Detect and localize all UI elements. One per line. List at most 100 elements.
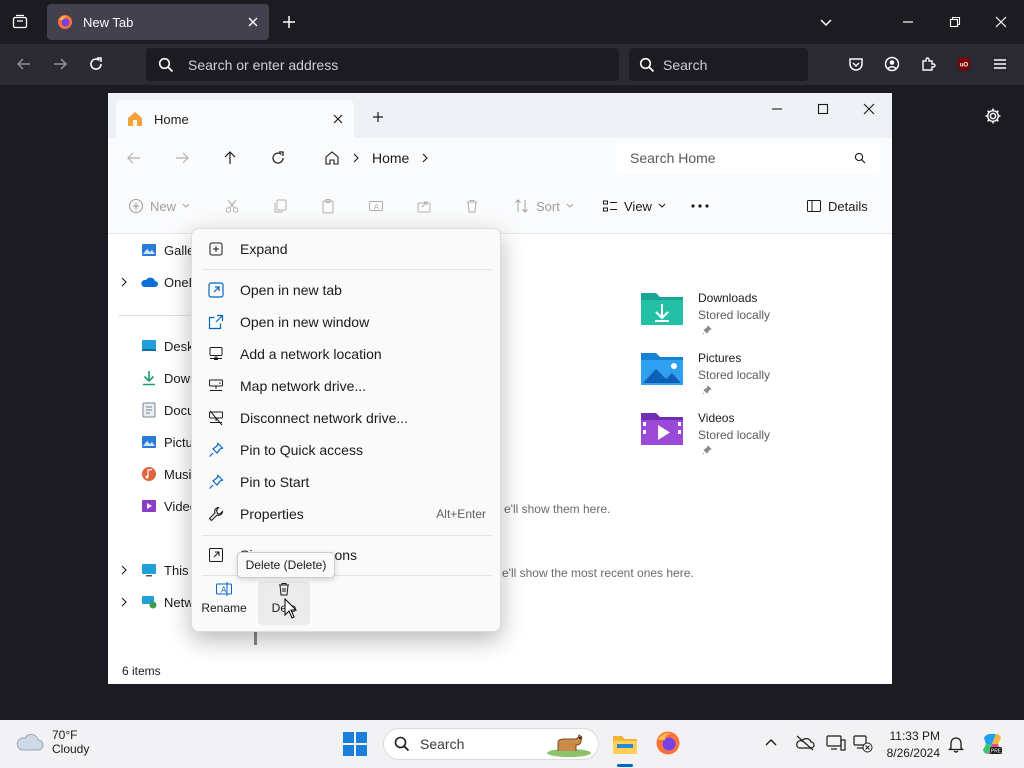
svg-text:A: A: [374, 204, 379, 211]
quick-access-pictures[interactable]: Pictures Stored locally: [640, 349, 800, 403]
maximize-button[interactable]: [807, 93, 839, 125]
clock[interactable]: 11:33 PM 8/26/2024: [882, 729, 940, 760]
chevron-down-icon[interactable]: [810, 6, 842, 38]
extensions-icon[interactable]: [912, 48, 944, 80]
explorer-address-bar[interactable]: Home: [314, 142, 604, 174]
restore-button[interactable]: [939, 6, 971, 38]
more-options-button[interactable]: [690, 190, 710, 222]
account-icon[interactable]: [876, 48, 908, 80]
explorer-search-box[interactable]: Search Home: [616, 142, 880, 174]
forward-icon[interactable]: [44, 48, 76, 80]
back-icon[interactable]: [118, 142, 150, 174]
show-more-options-icon: [206, 547, 226, 563]
rename-button[interactable]: A: [368, 190, 384, 222]
paste-button[interactable]: [320, 190, 336, 222]
menu-item-add-network-location[interactable]: Add a network location: [198, 338, 496, 370]
forward-icon[interactable]: [166, 142, 198, 174]
sidebar-item-documents[interactable]: Docu: [108, 396, 198, 424]
menu-item-open-in-new-tab[interactable]: Open in new tab: [198, 274, 496, 306]
notification-bell-icon[interactable]: [948, 735, 964, 753]
close-tab-icon[interactable]: [332, 113, 344, 125]
share-button[interactable]: [416, 190, 432, 222]
new-tab-button[interactable]: [362, 101, 394, 133]
sidebar-item-onedrive[interactable]: OneD: [108, 268, 198, 296]
network-disconnected-icon[interactable]: [853, 735, 873, 753]
favorites-empty-text: e'll show them here.: [504, 502, 611, 516]
menu-item-open-in-new-window[interactable]: Open in new window: [198, 306, 496, 338]
close-tab-icon[interactable]: [247, 16, 259, 28]
refresh-icon[interactable]: [262, 142, 294, 174]
details-button[interactable]: Details: [806, 190, 868, 222]
cut-button[interactable]: [224, 190, 240, 222]
sidebar-item-desktop[interactable]: Deskt: [108, 332, 198, 360]
copilot-icon[interactable]: PRE: [980, 732, 1004, 756]
sidebar-item-downloads[interactable]: Dowr: [108, 364, 198, 392]
browser-search-box[interactable]: Search: [629, 48, 808, 81]
address-bar[interactable]: Search or enter address: [146, 48, 619, 81]
videos-icon: [140, 498, 158, 514]
up-arrow-icon[interactable]: [214, 142, 246, 174]
sidebar-item-pictures[interactable]: Pictu: [108, 428, 198, 456]
expand-chevron-icon[interactable]: [108, 277, 140, 287]
view-button[interactable]: View: [602, 190, 666, 222]
copy-icon: [272, 198, 288, 214]
menu-item-disconnect-network-drive[interactable]: Disconnect network drive...: [198, 402, 496, 434]
breadcrumb-chevron-icon[interactable]: [421, 153, 429, 163]
recent-empty-text: e'll show the most recent ones here.: [502, 566, 694, 580]
back-icon[interactable]: [8, 48, 40, 80]
menu-item-label: Pin to Start: [240, 474, 310, 490]
quick-access-downloads[interactable]: Downloads Stored locally: [640, 289, 800, 343]
sidebar-item-videos[interactable]: Videc: [108, 492, 198, 520]
display-settings-icon[interactable]: [826, 735, 846, 751]
file-explorer-taskbar-icon[interactable]: [611, 730, 639, 758]
search-icon: [639, 57, 655, 73]
new-tab-button[interactable]: [273, 6, 305, 38]
ublock-origin-icon[interactable]: uO: [948, 48, 980, 80]
browser-tab[interactable]: New Tab: [47, 4, 269, 40]
firefox-taskbar-icon[interactable]: [655, 730, 681, 756]
open-new-window-icon: [206, 314, 226, 330]
sidebar-item-label: Galle: [164, 242, 195, 258]
gear-icon[interactable]: [977, 100, 1009, 132]
sidebar-item-this-pc[interactable]: This I: [108, 556, 198, 584]
minimize-button[interactable]: [892, 6, 924, 38]
menu-item-map-network-drive[interactable]: Map network drive...: [198, 370, 496, 402]
quick-access-videos[interactable]: Videos Stored locally: [640, 409, 800, 463]
close-window-button[interactable]: [853, 93, 885, 125]
view-icon: [602, 198, 618, 214]
clock-time: 11:33 PM: [889, 729, 940, 743]
pocket-icon[interactable]: [840, 48, 872, 80]
onedrive-offline-icon[interactable]: [795, 735, 815, 751]
taskbar-search-box[interactable]: Search: [383, 728, 599, 760]
chevron-up-icon[interactable]: [764, 736, 778, 750]
breadcrumb-home[interactable]: Home: [372, 150, 409, 166]
tile-name: Videos: [698, 411, 735, 425]
browser-tab-bar: New Tab: [0, 0, 1024, 44]
sidebar-item-gallery[interactable]: Galle: [108, 236, 198, 264]
menu-item-expand[interactable]: Expand: [198, 233, 496, 265]
menu-item-pin-to-quick-access[interactable]: Pin to Quick access: [198, 434, 496, 466]
expand-chevron-icon[interactable]: [108, 565, 140, 575]
reload-icon[interactable]: [80, 48, 112, 80]
windows-start-icon[interactable]: [343, 732, 367, 756]
cut-icon: [224, 198, 240, 214]
minimize-button[interactable]: [761, 93, 793, 125]
rename-action-button[interactable]: A Rename: [198, 581, 250, 625]
sidebar-item-music[interactable]: Musi: [108, 460, 198, 488]
menu-item-pin-to-start[interactable]: Pin to Start: [198, 466, 496, 498]
menu-icon[interactable]: [984, 48, 1016, 80]
list-all-tabs-icon[interactable]: [4, 6, 36, 38]
weather-widget[interactable]: 70°F Cloudy: [16, 728, 89, 756]
copy-button[interactable]: [272, 190, 288, 222]
sidebar-divider: [118, 315, 198, 316]
sidebar-item-label: Netw: [164, 594, 194, 610]
menu-item-properties[interactable]: Properties Alt+Enter: [198, 498, 496, 530]
sort-button[interactable]: Sort: [514, 190, 574, 222]
explorer-tab[interactable]: Home: [116, 100, 354, 138]
delete-button[interactable]: [464, 190, 480, 222]
new-button[interactable]: New: [128, 190, 190, 222]
mouse-cursor-icon: [284, 598, 298, 620]
close-window-button[interactable]: [985, 6, 1017, 38]
sidebar-item-network[interactable]: Netw: [108, 588, 198, 616]
expand-chevron-icon[interactable]: [108, 597, 140, 607]
